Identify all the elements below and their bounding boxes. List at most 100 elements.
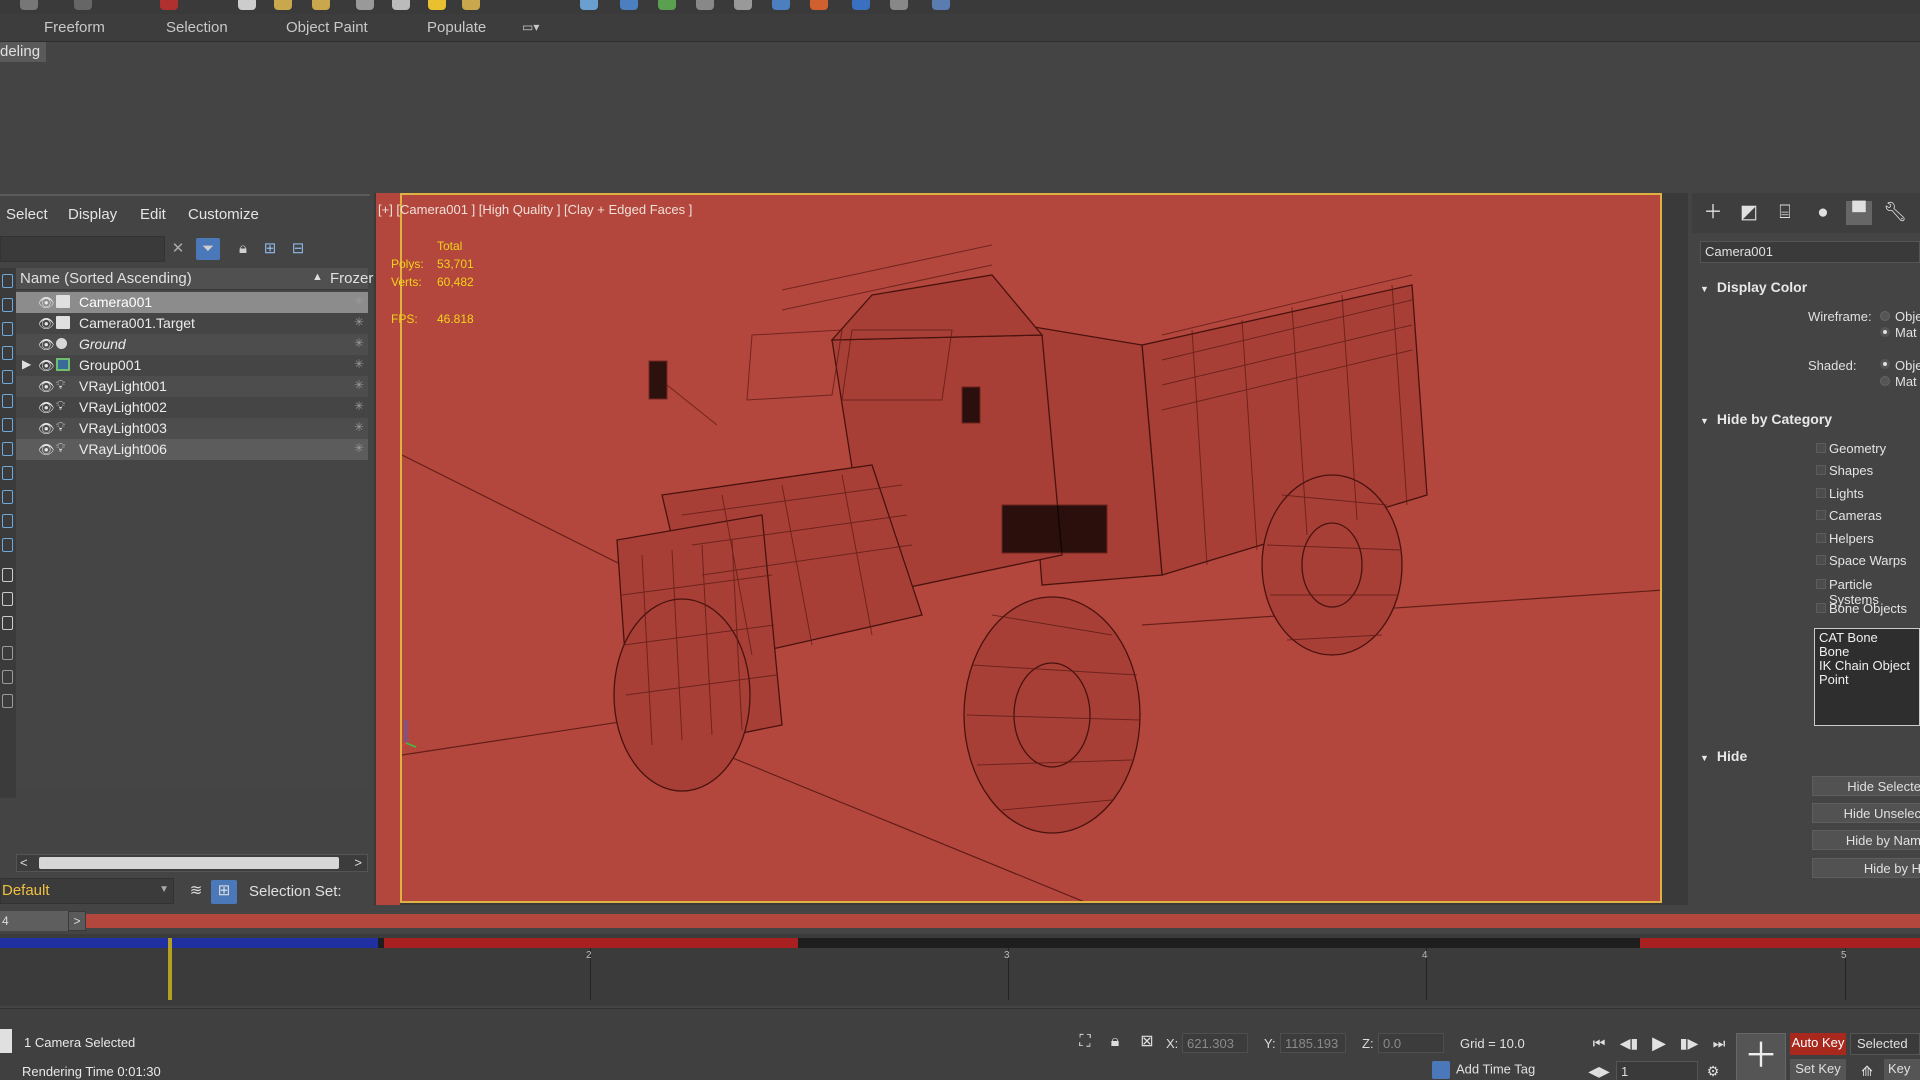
create-tab-icon[interactable]: ＋ xyxy=(1700,201,1726,225)
menu-display[interactable]: Display xyxy=(68,206,117,223)
freeze-icon[interactable]: ✳ xyxy=(354,441,364,455)
sync-selection-icon[interactable] xyxy=(2,646,13,660)
previous-frame-icon[interactable]: ◀▮ xyxy=(1618,1033,1640,1053)
window-crossing-icon[interactable] xyxy=(356,0,374,10)
undo-icon[interactable] xyxy=(20,0,38,10)
freeze-icon[interactable]: ✳ xyxy=(354,399,364,413)
add-time-tag-button[interactable]: Add Time Tag xyxy=(1432,1061,1542,1080)
bind-space-warp-icon[interactable] xyxy=(160,0,178,10)
display-shapes-icon[interactable] xyxy=(2,298,13,312)
list-item[interactable]: 👁︎ Camera001 ✳ xyxy=(16,292,368,313)
filter-icon[interactable]: ⏷ xyxy=(196,238,220,260)
motion-tab-icon[interactable]: ● xyxy=(1810,201,1836,225)
shaded-material-radio[interactable] xyxy=(1880,376,1890,386)
display-lights-icon[interactable] xyxy=(2,322,13,336)
hide-rollout[interactable]: ▼ Hide xyxy=(1700,748,1920,764)
hide-cameras-checkbox[interactable] xyxy=(1816,510,1826,520)
visibility-eye-icon[interactable]: 👁︎ xyxy=(38,316,55,332)
freeze-icon[interactable]: ✳ xyxy=(354,294,364,308)
menu-edit[interactable]: Edit xyxy=(140,206,166,223)
set-key-button[interactable]: Set Key xyxy=(1790,1059,1846,1080)
auto-key-button[interactable]: Auto Key xyxy=(1790,1033,1846,1055)
viewport-label-menu[interactable]: [+] [Camera001 ] [High Quality ] [Clay +… xyxy=(378,202,692,217)
list-item[interactable]: Bone xyxy=(1819,645,1915,659)
freeze-icon[interactable]: ✳ xyxy=(354,420,364,434)
mirror-icon[interactable] xyxy=(734,0,752,10)
layer-explorer-icon[interactable]: ≋ xyxy=(183,880,209,904)
display-helpers-icon[interactable] xyxy=(2,370,13,384)
key-filters-button[interactable]: Key xyxy=(1884,1059,1920,1080)
list-item[interactable]: ▶ 👁︎ Group001 ✳ xyxy=(16,355,368,376)
camera-viewport[interactable] xyxy=(400,193,1662,903)
align-icon[interactable] xyxy=(772,0,790,10)
ribbon-tab-populate[interactable]: Populate xyxy=(427,19,486,36)
display-hidden-icon[interactable] xyxy=(2,538,13,552)
display-all-icon[interactable] xyxy=(2,568,13,582)
select-object-icon[interactable] xyxy=(238,0,256,10)
visibility-eye-icon[interactable]: 👁︎ xyxy=(38,421,55,437)
select-rotate-icon[interactable] xyxy=(428,0,446,10)
display-space-warps-icon[interactable] xyxy=(2,394,13,408)
time-configuration-icon[interactable]: ⚙ xyxy=(1702,1061,1724,1080)
hide-by-name-button[interactable]: Hide by Nam xyxy=(1812,830,1920,850)
list-item[interactable]: 👁︎ Camera001.Target ✳ xyxy=(16,313,368,334)
display-frozen-icon[interactable] xyxy=(2,514,13,528)
hide-space-warps-checkbox[interactable] xyxy=(1816,555,1826,565)
y-coordinate-field[interactable]: 1185.193 xyxy=(1280,1033,1346,1053)
hide-geometry-checkbox[interactable] xyxy=(1816,443,1826,453)
ribbon-panel-label[interactable]: deling xyxy=(0,42,47,62)
list-item[interactable]: 👁︎ 💡︎ VRayLight001 ✳ xyxy=(16,376,368,397)
display-bones-icon[interactable] xyxy=(2,466,13,480)
display-xrefs-icon[interactable] xyxy=(2,442,13,456)
freeze-icon[interactable]: ✳ xyxy=(354,357,364,371)
hide-bone-objects-checkbox[interactable] xyxy=(1816,603,1826,613)
freeze-icon[interactable]: ✳ xyxy=(354,336,364,350)
display-color-rollout[interactable]: ▼ Display Color xyxy=(1700,279,1920,295)
list-item[interactable]: 👁︎ Ground ✳ xyxy=(16,334,368,355)
hide-helpers-checkbox[interactable] xyxy=(1816,533,1826,543)
object-name-field[interactable]: Camera001 xyxy=(1700,241,1920,263)
ribbon-tab-object-paint[interactable]: Object Paint xyxy=(286,19,368,36)
hide-shapes-checkbox[interactable] xyxy=(1816,465,1826,475)
hierarchy-icon[interactable]: ⊞ xyxy=(258,238,282,260)
freeze-icon[interactable]: ✳ xyxy=(354,378,364,392)
wireframe-material-radio[interactable] xyxy=(1880,327,1890,337)
absolute-mode-icon[interactable]: ⊠ xyxy=(1138,1033,1156,1051)
set-keys-button[interactable]: ＋ xyxy=(1736,1033,1786,1080)
visibility-eye-icon[interactable]: 👁︎ xyxy=(38,442,55,458)
time-slider-track[interactable] xyxy=(86,914,1920,928)
scroll-left-icon[interactable]: < xyxy=(20,855,28,870)
key-filters-icon[interactable]: ⟰ xyxy=(1856,1061,1878,1080)
sort-explorer-icon[interactable]: ⊞ xyxy=(211,880,237,904)
spinner-snap-icon[interactable] xyxy=(696,0,714,10)
select-scale-icon[interactable] xyxy=(462,0,480,10)
find-icon[interactable] xyxy=(2,694,13,708)
visibility-eye-icon[interactable]: 👁︎ xyxy=(38,400,55,416)
explorer-horizontal-scrollbar[interactable]: < > xyxy=(16,854,368,872)
list-item[interactable]: 👁︎ 💡︎ VRayLight006 ✳ xyxy=(16,439,368,460)
link-icon[interactable] xyxy=(74,0,92,10)
snap-toggle-icon[interactable] xyxy=(580,0,598,10)
list-item[interactable]: CAT Bone xyxy=(1819,631,1915,645)
render-icon[interactable] xyxy=(932,0,950,10)
wireframe-object-radio[interactable] xyxy=(1880,311,1890,321)
display-tab-icon[interactable]: ▀ xyxy=(1846,201,1872,225)
maxscript-listener-swatch[interactable] xyxy=(0,1029,12,1053)
current-frame-field[interactable]: 1 xyxy=(1616,1061,1698,1080)
time-cursor[interactable] xyxy=(168,938,172,1000)
layer-hierarchy-icon[interactable]: ⊟ xyxy=(286,238,310,260)
track-bar[interactable]: 2 3 4 5 xyxy=(0,934,1920,1006)
go-to-start-icon[interactable]: ⏮ xyxy=(1588,1033,1610,1053)
lock-icon[interactable]: 🔒︎ xyxy=(231,238,255,260)
render-setup-icon[interactable] xyxy=(852,0,870,10)
list-item[interactable]: 👁︎ 💡︎ VRayLight002 ✳ xyxy=(16,397,368,418)
select-by-name-icon[interactable] xyxy=(274,0,292,10)
visibility-eye-icon[interactable]: 👁︎ xyxy=(38,337,55,353)
list-item[interactable]: IK Chain Object xyxy=(1819,659,1915,673)
render-frame-icon[interactable] xyxy=(890,0,908,10)
rectangle-selection-icon[interactable] xyxy=(312,0,330,10)
display-cameras-icon[interactable] xyxy=(2,346,13,360)
next-frame-button[interactable]: > xyxy=(68,911,86,931)
freeze-icon[interactable]: ✳ xyxy=(354,315,364,329)
menu-customize[interactable]: Customize xyxy=(188,206,259,223)
